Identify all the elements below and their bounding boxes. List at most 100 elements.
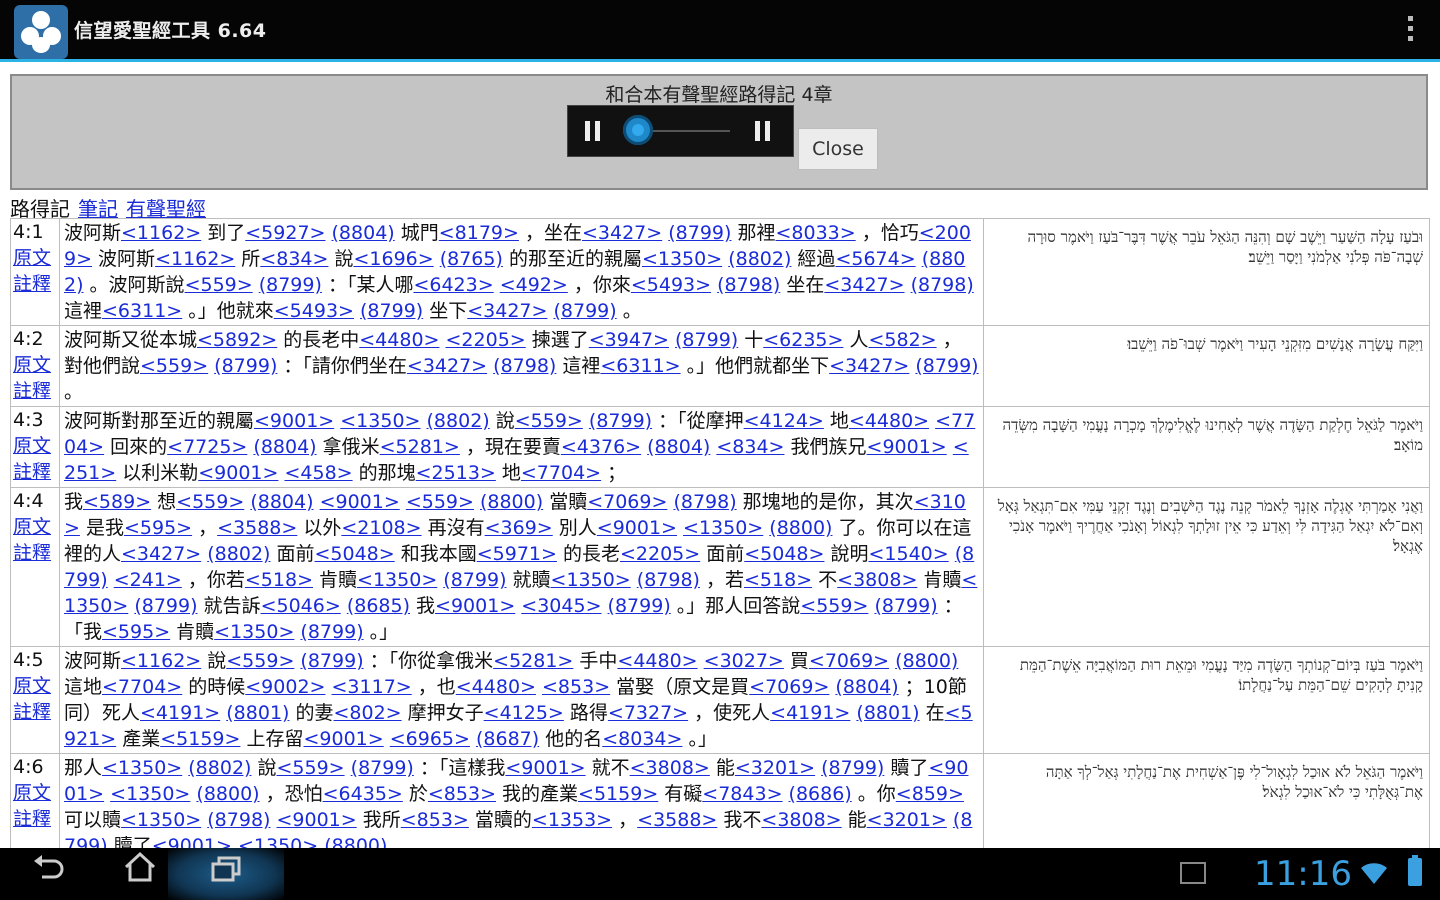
strongs-link[interactable]: <5159>	[160, 728, 240, 750]
strongs-link[interactable]: <1540>	[869, 543, 949, 565]
strongs-link[interactable]: (8799)	[554, 300, 617, 322]
strongs-link[interactable]: <3808>	[630, 757, 710, 779]
strongs-link[interactable]: <4480>	[617, 650, 697, 672]
strongs-link[interactable]: <8179>	[439, 222, 519, 244]
strongs-link[interactable]: (8804)	[253, 436, 316, 458]
original-text-link[interactable]: 原文	[13, 514, 59, 540]
commentary-link[interactable]: 註釋	[13, 378, 59, 404]
strongs-link[interactable]: (8804)	[647, 436, 710, 458]
close-button[interactable]: Close	[798, 128, 878, 170]
strongs-link[interactable]: <8034>	[602, 728, 682, 750]
strongs-link[interactable]: (8799)	[668, 222, 731, 244]
strongs-link[interactable]: <3427>	[121, 543, 201, 565]
strongs-link[interactable]: <1350>	[102, 757, 182, 779]
strongs-link[interactable]: <559>	[176, 491, 244, 513]
strongs-link[interactable]: <4376>	[561, 436, 641, 458]
strongs-link[interactable]: <6311>	[600, 355, 680, 377]
commentary-link[interactable]: 註釋	[13, 540, 59, 566]
strongs-link[interactable]: (8802)	[207, 543, 270, 565]
strongs-link[interactable]: <7725>	[167, 436, 247, 458]
strongs-link[interactable]: (8685)	[347, 595, 410, 617]
strongs-link[interactable]: (8686)	[789, 783, 852, 805]
strongs-link[interactable]: <2205>	[620, 543, 700, 565]
strongs-link[interactable]: <2513>	[416, 462, 496, 484]
strongs-link[interactable]: <3588>	[217, 517, 297, 539]
strongs-link[interactable]: <6435>	[323, 783, 403, 805]
home-icon[interactable]	[110, 848, 170, 900]
strongs-link[interactable]: <595>	[124, 517, 192, 539]
strongs-link[interactable]: <859>	[896, 783, 964, 805]
strongs-link[interactable]: <853>	[542, 676, 610, 698]
strongs-link[interactable]: <5159>	[578, 783, 658, 805]
strongs-link[interactable]: (8800)	[480, 491, 543, 513]
original-text-link[interactable]: 原文	[13, 245, 59, 271]
seek-thumb[interactable]	[623, 115, 653, 145]
strongs-link[interactable]: <369>	[485, 517, 553, 539]
strongs-link[interactable]: (8798)	[493, 355, 556, 377]
strongs-link[interactable]: (8799)	[608, 595, 671, 617]
strongs-link[interactable]: <3427>	[582, 222, 662, 244]
strongs-link[interactable]: (8800)	[895, 650, 958, 672]
strongs-link[interactable]: <1350>	[357, 569, 437, 591]
original-text-link[interactable]: 原文	[13, 433, 59, 459]
strongs-link[interactable]: <5048>	[315, 543, 395, 565]
seek-bar[interactable]	[640, 130, 730, 132]
strongs-link[interactable]: <1350>	[110, 783, 190, 805]
strongs-link[interactable]: <4191>	[140, 702, 220, 724]
strongs-link[interactable]: <3427>	[407, 355, 487, 377]
strongs-link[interactable]: (8804)	[250, 491, 313, 513]
pause-icon[interactable]	[752, 106, 776, 156]
strongs-link[interactable]: (8799)	[259, 274, 322, 296]
strongs-link[interactable]: <1350>	[121, 809, 201, 831]
strongs-link[interactable]: <2108>	[341, 517, 421, 539]
overflow-menu-icon[interactable]	[1406, 16, 1414, 46]
strongs-link[interactable]: <518>	[245, 569, 313, 591]
strongs-link[interactable]: <5674>	[835, 248, 915, 270]
strongs-link[interactable]: <7069>	[587, 491, 667, 513]
strongs-link[interactable]: <5281>	[380, 436, 460, 458]
strongs-link[interactable]: <853>	[428, 783, 496, 805]
original-text-link[interactable]: 原文	[13, 780, 59, 806]
strongs-link[interactable]: <7327>	[608, 702, 688, 724]
strongs-link[interactable]: (8798)	[673, 491, 736, 513]
strongs-link[interactable]: <9001>	[303, 728, 383, 750]
original-text-link[interactable]: 原文	[13, 673, 59, 699]
strongs-link[interactable]: <3947>	[589, 329, 669, 351]
strongs-link[interactable]: <458>	[284, 462, 352, 484]
strongs-link[interactable]: <3045>	[521, 595, 601, 617]
strongs-link[interactable]: <5048>	[744, 543, 824, 565]
strongs-link[interactable]: (8799)	[351, 757, 414, 779]
strongs-link[interactable]: <4125>	[484, 702, 564, 724]
strongs-link[interactable]: <2205>	[446, 329, 526, 351]
strongs-link[interactable]: <3201>	[735, 757, 815, 779]
strongs-link[interactable]: <595>	[102, 621, 170, 643]
strongs-link[interactable]: (8804)	[332, 222, 395, 244]
strongs-link[interactable]: <6235>	[763, 329, 843, 351]
back-icon[interactable]	[18, 848, 78, 900]
strongs-link[interactable]: <3427>	[829, 355, 909, 377]
strongs-link[interactable]: <518>	[744, 569, 812, 591]
strongs-link[interactable]: <9001>	[867, 436, 947, 458]
strongs-link[interactable]: <6311>	[102, 300, 182, 322]
app-logo-icon[interactable]	[14, 5, 68, 59]
strongs-link[interactable]: (8765)	[440, 248, 503, 270]
strongs-link[interactable]: <9001>	[198, 462, 278, 484]
pause-icon[interactable]	[582, 106, 606, 156]
strongs-link[interactable]: <4480>	[456, 676, 536, 698]
strongs-link[interactable]: <4124>	[744, 410, 824, 432]
strongs-link[interactable]: (8687)	[476, 728, 539, 750]
strongs-link[interactable]: (8799)	[675, 329, 738, 351]
strongs-link[interactable]: <4480>	[849, 410, 929, 432]
strongs-link[interactable]: (8798)	[911, 274, 974, 296]
strongs-link[interactable]: <5927>	[245, 222, 325, 244]
strongs-link[interactable]: <559>	[515, 410, 583, 432]
strongs-link[interactable]: (8799)	[874, 595, 937, 617]
strongs-link[interactable]: <3117>	[332, 676, 412, 698]
screenshot-icon[interactable]	[1180, 862, 1206, 884]
strongs-link[interactable]: (8800)	[769, 517, 832, 539]
strongs-link[interactable]: (8799)	[589, 410, 652, 432]
strongs-link[interactable]: (8799)	[134, 595, 197, 617]
strongs-link[interactable]: <834>	[260, 248, 328, 270]
strongs-link[interactable]: <492>	[500, 274, 568, 296]
strongs-link[interactable]: (8800)	[196, 783, 259, 805]
